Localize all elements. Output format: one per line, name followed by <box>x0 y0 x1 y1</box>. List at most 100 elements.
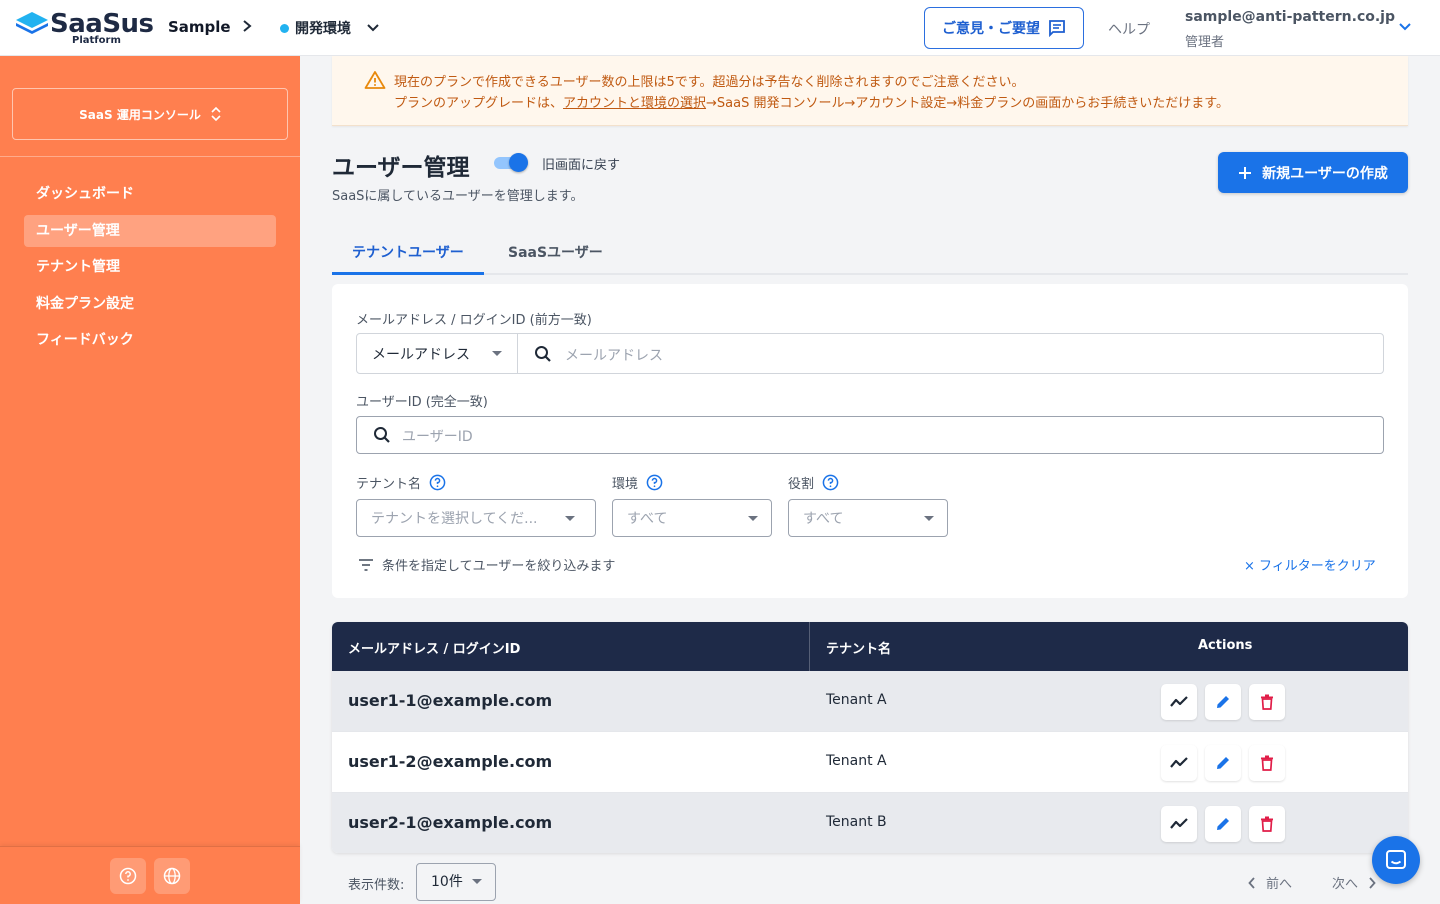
user-menu-chevron-down-icon[interactable] <box>1398 20 1412 34</box>
analytics-button[interactable] <box>1161 684 1197 720</box>
delete-button[interactable] <box>1249 806 1285 842</box>
environment-selector[interactable]: 開発環境 <box>280 18 379 38</box>
user-role: 管理者 <box>1185 35 1225 50</box>
column-divider <box>809 622 810 671</box>
trash-icon <box>1261 755 1273 771</box>
role-filter-label: 役割 <box>788 473 839 492</box>
analytics-button[interactable] <box>1161 806 1197 842</box>
filter-hint-text: 条件を指定してユーザーを絞り込みます <box>382 559 616 574</box>
sidebar-item-user-management[interactable]: ユーザー管理 <box>24 214 276 247</box>
tenant-filter-label: テナント名 <box>356 473 446 492</box>
edit-icon <box>1217 818 1229 830</box>
prev-page-label: 前へ <box>1266 877 1293 892</box>
next-page-label: 次へ <box>1332 877 1359 892</box>
filter-panel: メールアドレス / ログインID (前方一致) メールアドレス メールアドレス … <box>332 284 1408 598</box>
env-select[interactable]: すべて <box>612 499 772 537</box>
chevron-right-icon <box>243 20 252 32</box>
analytics-icon <box>1170 757 1188 768</box>
edit-icon <box>1217 757 1229 769</box>
sidebar-item-tenant-management[interactable]: テナント管理 <box>24 251 276 283</box>
sidebar-item-feedback[interactable]: フィードバック <box>24 324 276 356</box>
userid-search-input[interactable]: ユーザーID <box>356 416 1384 454</box>
legacy-ui-toggle[interactable] <box>494 152 530 172</box>
app-selector[interactable]: Sample <box>168 18 252 36</box>
user-email[interactable]: sample@anti-pattern.co.jp <box>1185 9 1395 25</box>
trash-icon <box>1261 694 1273 710</box>
userid-filter-label-text: ユーザーID (完全一致) <box>356 395 488 410</box>
language-button[interactable] <box>154 857 190 894</box>
chevron-left-icon <box>1248 876 1255 889</box>
edit-button[interactable] <box>1205 806 1241 842</box>
sidebar-nav: ダッシュボード ユーザー管理 テナント管理 料金プラン設定 フィードバック <box>24 178 276 361</box>
sidebar-item-pricing-plans[interactable]: 料金プラン設定 <box>24 288 276 320</box>
filter-icon <box>359 558 373 571</box>
help-circle-icon[interactable] <box>646 474 663 491</box>
edit-button[interactable] <box>1205 684 1241 720</box>
chat-icon <box>1386 850 1406 869</box>
table-row[interactable]: user1-1@example.com Tenant A <box>332 671 1408 732</box>
console-selector[interactable]: SaaS 運用コンソール <box>12 88 288 140</box>
edit-button[interactable] <box>1205 745 1241 781</box>
help-button[interactable] <box>110 857 146 894</box>
top-bar: SaaSus Platform Sample 開発環境 ご意見・ご要望 ヘルプ … <box>0 0 1440 56</box>
alert-upgrade-suffix: →SaaS 開発コンソール→アカウント設定→料金プランの画面からお手続きいただけ… <box>706 96 1229 111</box>
logo-subtitle: Platform <box>72 35 121 46</box>
tab-tenant-users[interactable]: テナントユーザー <box>352 242 464 262</box>
sidebar-item-dashboard[interactable]: ダッシュボード <box>24 178 276 210</box>
chevron-down-icon <box>367 24 379 32</box>
delete-button[interactable] <box>1249 684 1285 720</box>
saasus-logo[interactable]: SaaSus Platform <box>16 8 154 48</box>
search-icon <box>535 346 551 362</box>
role-filter-label-text: 役割 <box>788 477 815 492</box>
email-search-input[interactable]: メールアドレス <box>565 345 663 365</box>
email-search-group: メールアドレス メールアドレス <box>356 333 1384 374</box>
table-row[interactable]: user1-2@example.com Tenant A <box>332 732 1408 793</box>
user-type-tabs: テナントユーザー SaaSユーザー <box>332 232 1408 275</box>
create-user-button[interactable]: 新規ユーザーの作成 <box>1218 152 1408 193</box>
help-circle-icon[interactable] <box>822 474 839 491</box>
column-header-email[interactable]: メールアドレス / ログインID <box>348 638 520 657</box>
column-header-actions: Actions <box>1198 638 1253 653</box>
analytics-button[interactable] <box>1161 745 1197 781</box>
row-tenant: Tenant A <box>826 753 887 769</box>
tab-saas-users[interactable]: SaaSユーザー <box>508 242 603 262</box>
delete-button[interactable] <box>1249 745 1285 781</box>
env-select-value: すべて <box>627 511 668 527</box>
sidebar: SaaS 運用コンソール ダッシュボード ユーザー管理 テナント管理 料金プラン… <box>0 56 300 904</box>
next-page-button[interactable]: 次へ <box>1332 873 1376 892</box>
role-select[interactable]: すべて <box>788 499 948 537</box>
help-circle-icon <box>119 867 137 884</box>
feedback-label: ご意見・ご要望 <box>942 21 1040 37</box>
comment-icon <box>1049 20 1065 37</box>
analytics-icon <box>1170 818 1188 829</box>
search-icon <box>374 427 390 443</box>
tenant-filter-label-text: テナント名 <box>356 477 422 492</box>
row-tenant: Tenant A <box>826 692 887 708</box>
column-header-tenant[interactable]: テナント名 <box>826 638 891 657</box>
caret-down-icon <box>492 351 502 356</box>
row-email: user1-1@example.com <box>348 691 553 710</box>
row-email: user1-2@example.com <box>348 752 553 771</box>
prev-page-button[interactable]: 前へ <box>1248 873 1292 892</box>
create-user-label: 新規ユーザーの作成 <box>1262 165 1388 182</box>
caret-down-icon <box>748 516 758 521</box>
role-select-value: すべて <box>803 511 844 527</box>
help-circle-icon[interactable] <box>429 474 446 491</box>
support-chat-button[interactable] <box>1372 836 1420 884</box>
account-environment-link[interactable]: アカウントと環境の選択 <box>563 96 706 111</box>
caret-down-icon <box>472 879 482 884</box>
help-link[interactable]: ヘルプ <box>1108 19 1150 39</box>
caret-down-icon <box>924 516 934 521</box>
per-page-select[interactable]: 10件 <box>416 863 496 901</box>
alert-message: 現在のプランで作成できるユーザー数の上限は5です。超過分は予告なく削除されますの… <box>394 75 1025 90</box>
per-page-value: 10件 <box>431 874 463 890</box>
table-row[interactable]: user2-1@example.com Tenant B <box>332 793 1408 853</box>
active-tab-indicator <box>332 272 484 275</box>
feedback-button[interactable]: ご意見・ご要望 <box>924 7 1084 49</box>
env-name: 開発環境 <box>295 21 351 37</box>
per-page-label: 表示件数: <box>348 878 405 893</box>
tenant-select[interactable]: テナントを選択してくだ... <box>356 499 596 537</box>
clear-filters-link[interactable]: × フィルターをクリア <box>1244 555 1376 574</box>
email-type-select[interactable]: メールアドレス <box>357 334 518 373</box>
sidebar-divider <box>0 156 300 157</box>
